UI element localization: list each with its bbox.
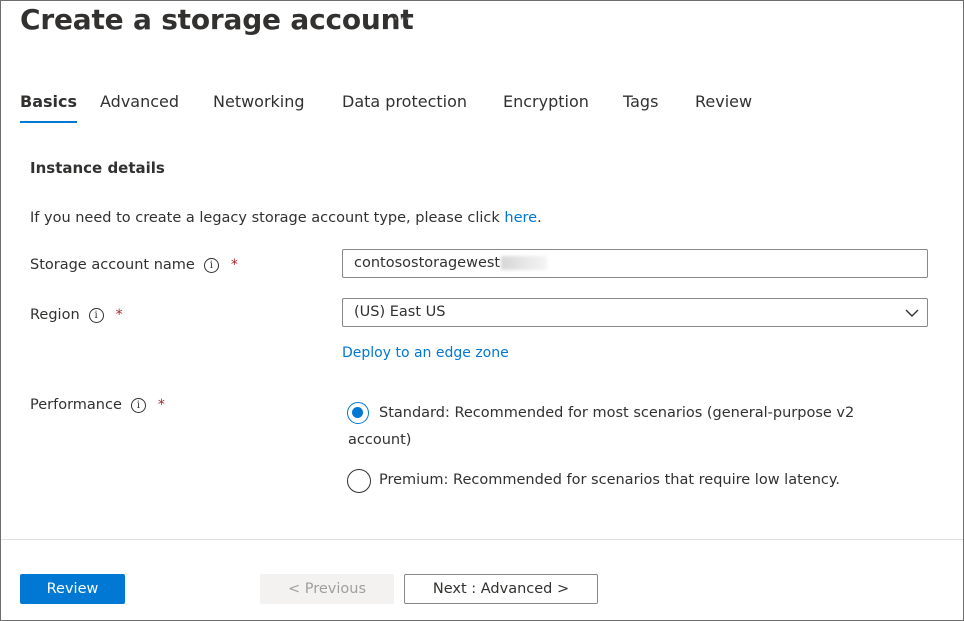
region-label: Region [30,307,80,323]
storage-account-name-label-row: Storage account name i * [30,257,238,273]
legacy-note-suffix: . [537,210,542,226]
section-heading-instance-details: Instance details [30,159,165,177]
tab-encryption-label: Encryption [503,92,589,111]
performance-option-premium[interactable]: Premium: Recommended for scenarios that … [347,469,840,493]
next-advanced-button[interactable]: Next : Advanced > [404,574,598,604]
required-asterisk: * [230,257,238,273]
tab-review[interactable]: Review [695,92,752,122]
footer-divider [1,539,963,540]
tab-basics[interactable]: Basics [20,92,78,123]
radio-selected-dot [352,407,363,418]
more-options-icon[interactable]: ··· [393,9,411,28]
required-asterisk: * [115,307,123,323]
storage-account-name-value: contosostoragewest [354,255,501,271]
review-button[interactable]: Review [20,574,125,604]
tab-tags-label: Tags [623,92,659,111]
tab-data-protection[interactable]: Data protection [342,92,467,122]
storage-account-name-label: Storage account name [30,257,195,273]
radio-button-standard[interactable] [347,402,369,424]
performance-label-row: Performance i * [30,397,165,413]
tab-basics-label: Basics [20,92,78,111]
legacy-here-link[interactable]: here [504,210,537,226]
radio-button-premium[interactable] [347,469,371,493]
chevron-down-icon [905,309,919,317]
legacy-note-text: If you need to create a legacy storage a… [30,210,505,226]
page-title: Create a storage account [20,3,414,36]
storage-account-name-input[interactable]: contosostoragewest [342,249,928,278]
create-storage-account-page: Create a storage account ··· Basics Adva… [0,0,964,621]
tab-networking-label: Networking [213,92,305,111]
previous-button[interactable]: < Previous [260,574,394,604]
tab-review-label: Review [695,92,753,111]
redacted-text-blur [501,256,548,270]
premium-option-label: Premium: Recommended for scenarios that … [379,472,840,488]
info-icon[interactable]: i [130,397,146,413]
tab-data-protection-label: Data protection [342,92,468,111]
tab-tags[interactable]: Tags [623,92,658,122]
tab-networking[interactable]: Networking [213,92,305,122]
required-asterisk: * [157,397,165,413]
info-icon[interactable]: i [203,257,219,273]
deploy-edge-zone-link[interactable]: Deploy to an edge zone [342,345,509,361]
legacy-account-note: If you need to create a legacy storage a… [30,210,542,226]
tab-advanced-label: Advanced [100,92,180,111]
performance-label: Performance [30,397,122,413]
region-label-row: Region i * [30,307,123,323]
tab-encryption[interactable]: Encryption [503,92,589,122]
region-select[interactable]: (US) East US [342,298,928,327]
standard-option-label: Standard: Recommended for most scenarios… [379,405,855,421]
info-icon[interactable]: i [88,307,104,323]
region-selected-value: (US) East US [354,304,446,320]
performance-option-standard[interactable]: Standard: Recommended for most scenarios… [347,402,854,426]
standard-option-label-continued: account) [348,432,412,448]
tab-advanced[interactable]: Advanced [100,92,179,122]
active-tab-indicator [20,121,78,123]
